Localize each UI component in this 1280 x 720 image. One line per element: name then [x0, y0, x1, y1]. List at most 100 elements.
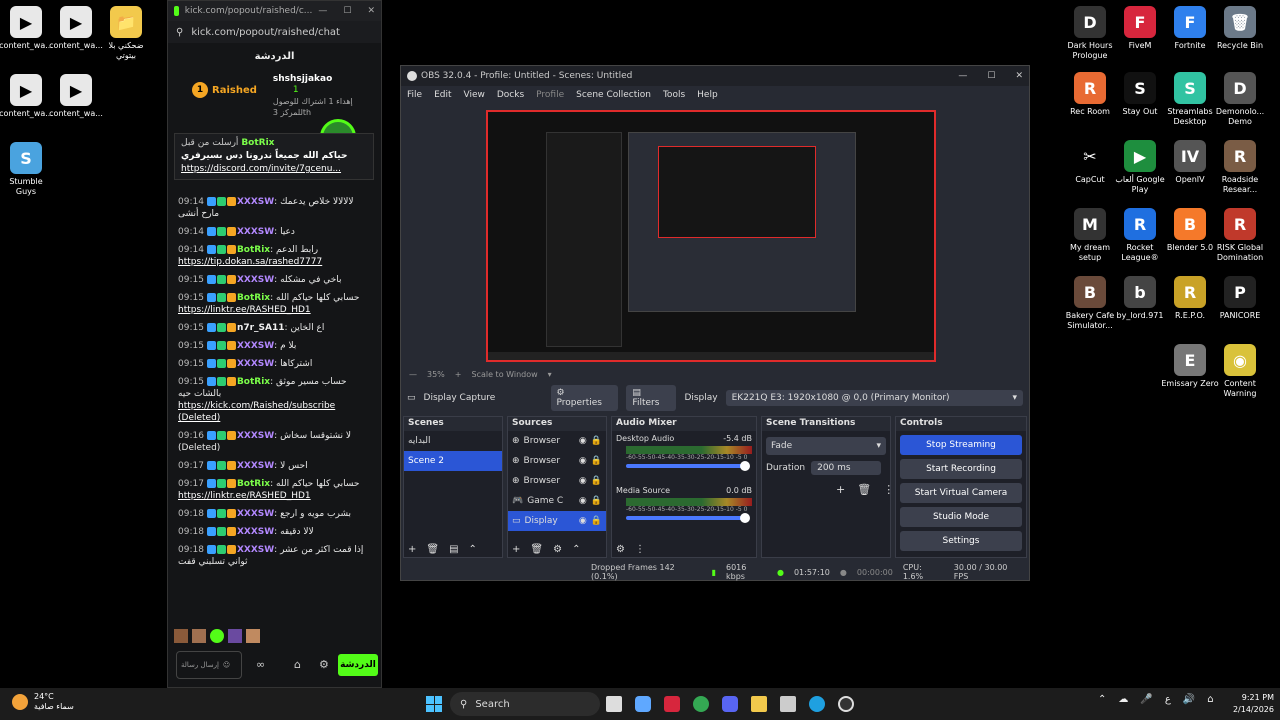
desktop-icon[interactable]: ◉ Content Warning — [1208, 344, 1272, 399]
edge-icon[interactable] — [809, 696, 825, 712]
slider-knob[interactable] — [740, 513, 750, 523]
desktop-icon[interactable]: ▶ content_wa... — [0, 74, 53, 119]
eye-icon[interactable]: ◉ — [579, 496, 587, 506]
desktop-icon[interactable]: P PANICORE — [1208, 276, 1272, 321]
message-user[interactable]: BotRix — [237, 293, 270, 303]
message-link[interactable]: https://kick.com/Raished/subscribe (Dele… — [178, 400, 371, 424]
transition-select[interactable]: Fade ▾ — [766, 437, 886, 455]
weather-widget[interactable]: 24°C سماء صافية — [12, 692, 74, 712]
zoom-in-icon[interactable]: + — [455, 370, 462, 379]
emote[interactable] — [246, 629, 260, 643]
studio-mode-button[interactable]: Studio Mode — [900, 507, 1022, 527]
properties-button[interactable]: ⚙ Properties — [550, 385, 619, 411]
chrome-icon[interactable] — [693, 696, 709, 712]
zoom-out-icon[interactable]: — — [409, 370, 417, 379]
chevron-up-icon[interactable]: ⌃ — [572, 544, 580, 555]
site-info-icon[interactable]: ⚲ — [176, 27, 183, 38]
chevron-down-icon[interactable]: ▾ — [548, 370, 552, 379]
close-icon[interactable]: ✕ — [1015, 71, 1023, 81]
add-icon[interactable]: + — [512, 544, 520, 555]
source-item[interactable]: ▭ Display ◉ 🔒 — [508, 511, 606, 531]
mic-icon[interactable]: 🎤 — [1140, 694, 1152, 705]
source-item[interactable]: ⊕ Browser ◉ 🔒 — [508, 451, 606, 471]
message-user[interactable]: XXXSW — [237, 509, 274, 519]
eye-icon[interactable]: ◉ — [579, 456, 587, 466]
eye-icon[interactable]: ◉ — [579, 436, 587, 446]
desktop-icon[interactable]: 🗑 Recycle Bin — [1208, 6, 1272, 51]
address-bar[interactable]: ⚲ kick.com/popout/raished/chat — [168, 21, 381, 43]
chevron-up-icon[interactable]: ⌃ — [1098, 694, 1106, 705]
message-user[interactable]: XXXSW — [237, 545, 274, 555]
chat-input[interactable]: إرسال رسالة ☺ — [176, 651, 242, 679]
emote[interactable] — [174, 629, 188, 643]
menu-item[interactable]: Docks — [497, 90, 524, 100]
chevron-up-icon[interactable]: ⌃ — [469, 544, 477, 555]
start-icon[interactable] — [426, 696, 442, 712]
eye-icon[interactable]: ◉ — [579, 476, 587, 486]
gear-icon[interactable]: ⚙ — [553, 544, 562, 555]
message-user[interactable]: XXXSW — [237, 527, 274, 537]
desktop-icon[interactable]: D Demonolo... Demo — [1208, 72, 1272, 127]
settings-icon[interactable]: ⚙ — [319, 658, 329, 671]
message-user[interactable]: BotRix — [237, 479, 270, 489]
clock[interactable]: 9:21 PM 2/14/2026 — [1224, 692, 1274, 716]
message-link[interactable]: https://linktr.ee/RASHED_HD1 — [178, 304, 371, 316]
emote[interactable] — [192, 629, 206, 643]
message-user[interactable]: XXXSW — [237, 197, 274, 207]
duration-input[interactable]: 200 ms — [811, 461, 882, 475]
language-indicator[interactable]: ع — [1165, 694, 1171, 705]
file-explorer-icon[interactable] — [751, 696, 767, 712]
source-item[interactable]: ⊕ Browser ◉ 🔒 — [508, 431, 606, 451]
lock-icon[interactable]: 🔒 — [591, 516, 602, 526]
start-recording-button[interactable]: Start Recording — [900, 459, 1022, 479]
network-icon[interactable]: ⌂ — [1207, 694, 1213, 705]
lock-icon[interactable]: 🔒 — [591, 496, 602, 506]
emoji-icon[interactable]: ☺ — [223, 661, 230, 669]
lock-icon[interactable]: 🔒 — [591, 436, 602, 446]
more-icon[interactable]: ⋮ — [883, 483, 894, 496]
store-icon[interactable]: ⌂ — [294, 658, 301, 671]
filter-icon[interactable]: ▤ — [449, 544, 458, 555]
desktop-icon[interactable]: R RISK Global Domination — [1208, 208, 1272, 263]
filters-button[interactable]: ▤ Filters — [626, 385, 677, 411]
emote[interactable] — [228, 629, 242, 643]
message-user[interactable]: XXXSW — [237, 359, 274, 369]
volume-slider[interactable] — [626, 513, 750, 523]
eye-icon[interactable]: ◉ — [579, 516, 587, 526]
trash-icon[interactable]: 🗑 — [426, 544, 439, 555]
gear-icon[interactable]: ⚙ — [616, 544, 625, 555]
trash-icon[interactable]: 🗑 — [530, 544, 543, 555]
message-link[interactable]: https://linktr.ee/RASHED_HD1 — [178, 490, 371, 502]
scene-item[interactable]: Scene 2 — [404, 451, 502, 471]
message-user[interactable]: XXXSW — [237, 341, 274, 351]
message-user[interactable]: n7r_SA11 — [237, 323, 285, 333]
menu-item[interactable]: Help — [697, 90, 718, 100]
message-user[interactable]: XXXSW — [237, 227, 274, 237]
desktop-icon[interactable]: S Stumble Guys — [0, 142, 52, 197]
onedrive-icon[interactable]: ☁ — [1118, 694, 1128, 705]
maximize-icon[interactable]: ☐ — [987, 71, 995, 81]
pinned-link[interactable]: https://discord.com/invite/7gcenu... — [181, 163, 367, 176]
top-user[interactable]: Raished — [212, 85, 257, 96]
more-icon[interactable]: ⋮ — [635, 544, 645, 555]
menu-item[interactable]: Edit — [434, 90, 451, 100]
task-view-icon[interactable] — [606, 696, 622, 712]
message-user[interactable]: BotRix — [237, 245, 270, 255]
discord-icon[interactable] — [722, 696, 738, 712]
search-box[interactable]: ⚲ Search — [450, 692, 600, 716]
add-icon[interactable]: + — [836, 483, 845, 496]
desktop-icon[interactable]: ▶ content_wa... — [0, 6, 53, 51]
volume-icon[interactable]: 🔊 — [1183, 694, 1195, 705]
maximize-icon[interactable]: ☐ — [343, 6, 351, 16]
fivem-task-icon[interactable] — [664, 696, 680, 712]
minimize-icon[interactable]: — — [958, 71, 967, 81]
menu-item[interactable]: Scene Collection — [576, 90, 651, 100]
preview-area[interactable] — [486, 110, 936, 362]
settings-button[interactable]: Settings — [900, 531, 1022, 551]
store-icon[interactable] — [780, 696, 796, 712]
emote[interactable] — [210, 629, 224, 643]
add-icon[interactable]: + — [408, 544, 416, 555]
lock-icon[interactable]: 🔒 — [591, 476, 602, 486]
message-user[interactable]: XXXSW — [237, 431, 274, 441]
volume-slider[interactable] — [626, 461, 750, 471]
